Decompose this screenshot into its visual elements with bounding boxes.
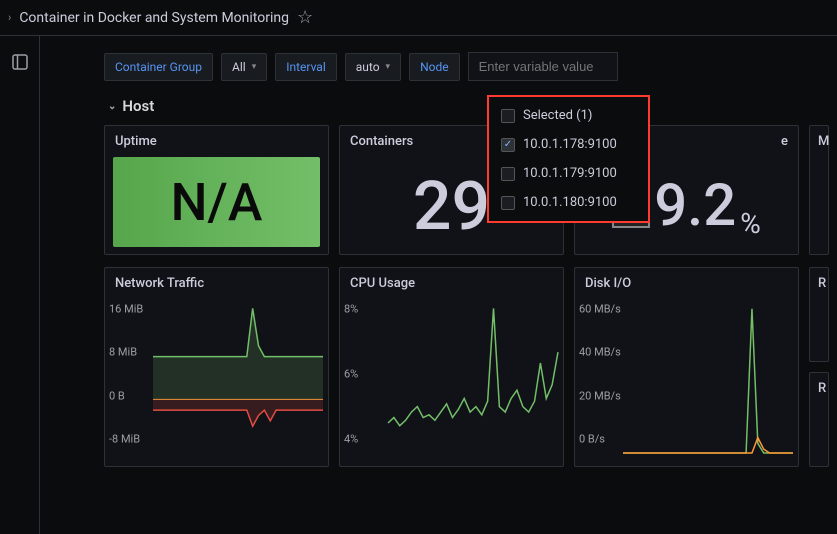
dropdown-option-label: 10.0.1.180:9100 [523, 195, 617, 210]
axis-tick-label: 8% [344, 303, 358, 316]
dashboard-content: Container Group All ▾ Interval auto ▾ No… [100, 36, 837, 534]
chart-area: 16 MiB 8 MiB 0 B -8 MiB [105, 299, 328, 466]
memory-unit: % [740, 207, 761, 240]
favorite-star-icon[interactable]: ☆ [297, 7, 313, 28]
dropdown-option[interactable]: 10.0.1.180:9100 [489, 188, 648, 217]
page-title[interactable]: Container in Docker and System Monitorin… [19, 10, 289, 26]
memory-value: 9.2 [654, 172, 736, 240]
dropdown-option[interactable]: ✓ 10.0.1.178:9100 [489, 130, 648, 159]
stats-row: Uptime N/A Containers 29 e 9.2 % M [100, 125, 837, 267]
axis-tick-label: 6% [344, 368, 358, 381]
node-variable-input[interactable] [468, 52, 618, 81]
axis-tick-label: 0 B [109, 389, 125, 402]
variable-controls: Container Group All ▾ Interval auto ▾ No… [100, 52, 837, 95]
axis-tick-label: -8 MiB [109, 433, 140, 446]
panel-title: R [810, 373, 828, 404]
network-traffic-panel[interactable]: Network Traffic 16 MiB 8 MiB 0 B -8 MiB [104, 267, 329, 467]
panel-title: CPU Usage [340, 268, 563, 299]
dropdown-option-label: 10.0.1.179:9100 [523, 166, 617, 181]
uptime-value: N/A [113, 157, 320, 247]
cutoff-panel-r1[interactable]: R [809, 267, 829, 362]
chevron-right-icon: › [8, 11, 11, 24]
container-group-label[interactable]: Container Group [104, 53, 213, 81]
checkbox-icon [501, 196, 515, 210]
charts-row: Network Traffic 16 MiB 8 MiB 0 B -8 MiB CPU… [100, 267, 837, 479]
node-variable-dropdown: Selected (1) ✓ 10.0.1.178:9100 10.0.1.179:… [487, 95, 650, 223]
chevron-down-icon: ⌄ [108, 101, 116, 112]
uptime-panel[interactable]: Uptime N/A [104, 125, 329, 255]
breadcrumb-bar: › Container in Docker and System Monitor… [0, 0, 837, 36]
axis-tick-label: 60 MB/s [579, 303, 621, 316]
chevron-down-icon: ▾ [252, 62, 257, 72]
chart-area: 60 MB/s 40 MB/s 20 MB/s 0 B/s [575, 299, 798, 466]
checkbox-checked-icon: ✓ [501, 138, 515, 152]
axis-tick-label: 16 MiB [109, 303, 143, 316]
left-sidebar [0, 36, 40, 534]
container-group-select[interactable]: All ▾ [221, 53, 267, 81]
panel-title: Network Traffic [105, 268, 328, 299]
interval-value: auto [356, 60, 380, 74]
axis-tick-label: 20 MB/s [579, 389, 621, 402]
chart-area: 8% 6% 4% [340, 299, 563, 466]
cpu-usage-panel[interactable]: CPU Usage 8% 6% 4% [339, 267, 564, 467]
interval-label[interactable]: Interval [275, 53, 337, 81]
cutoff-panel-m[interactable]: M [809, 125, 829, 255]
axis-tick-label: 40 MB/s [579, 346, 621, 359]
panel-toggle-icon[interactable] [2, 44, 38, 80]
dropdown-option[interactable]: 10.0.1.179:9100 [489, 159, 648, 188]
dropdown-selected-header[interactable]: Selected (1) [489, 101, 648, 130]
chevron-down-icon: ▾ [386, 62, 391, 72]
panel-title: Disk I/O [575, 268, 798, 299]
panel-title: M [810, 126, 828, 157]
container-group-value: All [232, 60, 246, 74]
checkbox-icon [501, 167, 515, 181]
host-section-header[interactable]: ⌄ Host [100, 95, 837, 125]
node-label[interactable]: Node [409, 53, 460, 81]
axis-tick-label: 4% [344, 433, 358, 446]
section-title: Host [122, 97, 154, 115]
panel-title: Uptime [105, 126, 328, 157]
dropdown-option-label: 10.0.1.178:9100 [523, 137, 617, 152]
disk-io-panel[interactable]: Disk I/O 60 MB/s 40 MB/s 20 MB/s 0 B/s [574, 267, 799, 467]
axis-tick-label: 0 B/s [579, 433, 605, 446]
cutoff-panel-r2[interactable]: R [809, 372, 829, 467]
dropdown-selected-label: Selected (1) [523, 108, 592, 123]
panel-title: R [810, 268, 828, 299]
checkbox-icon [501, 109, 515, 123]
interval-select[interactable]: auto ▾ [345, 53, 401, 81]
axis-tick-label: 8 MiB [109, 346, 137, 359]
